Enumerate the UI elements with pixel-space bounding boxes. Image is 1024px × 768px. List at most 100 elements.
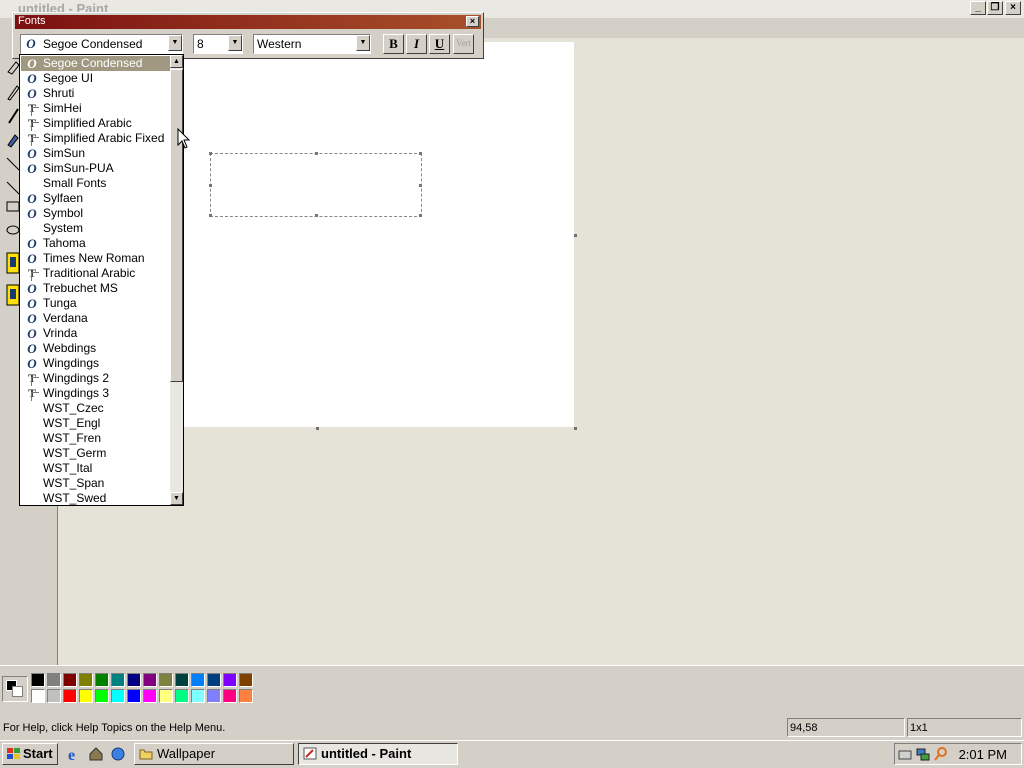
- selection-handle[interactable]: [209, 152, 212, 155]
- selection-handle[interactable]: [209, 184, 212, 187]
- color-swatch[interactable]: [223, 673, 237, 687]
- color-swatch[interactable]: [175, 689, 189, 703]
- text-box-selection[interactable]: [209, 152, 422, 217]
- color-swatch[interactable]: [127, 673, 141, 687]
- show-desktop-icon[interactable]: [88, 746, 104, 762]
- close-button[interactable]: ×: [1005, 1, 1021, 15]
- font-list-item[interactable]: O Segoe Condensed: [21, 56, 171, 71]
- font-list-item[interactable]: System: [21, 221, 171, 236]
- font-list-item[interactable]: O Webdings: [21, 341, 171, 356]
- color-swatch[interactable]: [31, 673, 45, 687]
- color-swatch[interactable]: [47, 689, 61, 703]
- selection-handle[interactable]: [419, 184, 422, 187]
- color-swatch[interactable]: [239, 673, 253, 687]
- taskbar-button-wallpaper[interactable]: Wallpaper: [134, 743, 294, 765]
- fonts-title-bar[interactable]: Fonts ×: [15, 15, 481, 29]
- bold-button[interactable]: B: [383, 34, 404, 54]
- start-button[interactable]: Start: [2, 743, 58, 765]
- brush-tool[interactable]: [6, 105, 20, 125]
- font-list-item[interactable]: O Wingdings: [21, 356, 171, 371]
- color-swatch[interactable]: [111, 673, 125, 687]
- scroll-down-button[interactable]: ▼: [170, 492, 183, 505]
- font-list-item[interactable]: O Sylfaen: [21, 191, 171, 206]
- underline-button[interactable]: U: [429, 34, 450, 54]
- script-combo[interactable]: Western ▼: [253, 34, 371, 54]
- font-list-item[interactable]: O Tunga: [21, 296, 171, 311]
- color-swatch[interactable]: [175, 673, 189, 687]
- font-list-item[interactable]: O Segoe UI: [21, 71, 171, 86]
- color-swatch[interactable]: [63, 689, 77, 703]
- network-icon[interactable]: [915, 746, 931, 762]
- font-list-item[interactable]: T Wingdings 2: [21, 371, 171, 386]
- canvas-resize-handle[interactable]: [316, 427, 319, 430]
- fonts-close-button[interactable]: ×: [466, 16, 479, 27]
- font-list-item[interactable]: O Symbol: [21, 206, 171, 221]
- color-swatch[interactable]: [95, 689, 109, 703]
- chevron-down-icon[interactable]: ▼: [356, 35, 370, 51]
- font-list-item[interactable]: T Simplified Arabic Fixed: [21, 131, 171, 146]
- color-swatch[interactable]: [95, 673, 109, 687]
- color-swatch[interactable]: [31, 689, 45, 703]
- font-list-item[interactable]: O Vrinda: [21, 326, 171, 341]
- text-tool[interactable]: [6, 154, 20, 174]
- transparent-option[interactable]: [6, 284, 20, 306]
- font-list-item[interactable]: WST_Czec: [21, 401, 171, 416]
- font-size-combo[interactable]: 8 ▼: [193, 34, 243, 54]
- scroll-thumb[interactable]: [170, 69, 183, 382]
- color-swatch[interactable]: [159, 689, 173, 703]
- font-list-item[interactable]: O SimSun-PUA: [21, 161, 171, 176]
- font-name-combo[interactable]: O Segoe Condensed ▼: [20, 34, 183, 54]
- font-list-item[interactable]: O Times New Roman: [21, 251, 171, 266]
- font-list-item[interactable]: WST_Span: [21, 476, 171, 491]
- keyboard-icon[interactable]: [897, 746, 913, 762]
- color-swatch[interactable]: [63, 673, 77, 687]
- color-swatch[interactable]: [223, 689, 237, 703]
- font-list-item[interactable]: O Shruti: [21, 86, 171, 101]
- font-list-item[interactable]: O SimSun: [21, 146, 171, 161]
- font-list-item[interactable]: T Wingdings 3: [21, 386, 171, 401]
- chevron-down-icon[interactable]: ▼: [168, 35, 182, 51]
- font-list-item[interactable]: Small Fonts: [21, 176, 171, 191]
- taskbar-button-paint[interactable]: untitled - Paint: [298, 743, 458, 765]
- font-list-item[interactable]: WST_Ital: [21, 461, 171, 476]
- drawing-canvas[interactable]: [184, 42, 574, 427]
- font-dropdown-list[interactable]: O Segoe Condensed O Segoe UI O Shruti T SimHei T…: [19, 54, 184, 506]
- font-list-item[interactable]: T Simplified Arabic: [21, 116, 171, 131]
- font-list-item[interactable]: O Tahoma: [21, 236, 171, 251]
- canvas-resize-handle[interactable]: [574, 427, 577, 430]
- color-swatch[interactable]: [143, 673, 157, 687]
- color-swatch[interactable]: [207, 673, 221, 687]
- color-swatch[interactable]: [191, 689, 205, 703]
- selection-handle[interactable]: [209, 214, 212, 217]
- font-list-item[interactable]: O Verdana: [21, 311, 171, 326]
- font-list-item[interactable]: WST_Swed: [21, 491, 171, 505]
- restore-button[interactable]: ❐: [987, 1, 1003, 15]
- font-list-item[interactable]: T SimHei: [21, 101, 171, 116]
- vertical-text-button[interactable]: Vert: [453, 34, 474, 54]
- color-swatch[interactable]: [127, 689, 141, 703]
- search-icon[interactable]: [933, 746, 949, 762]
- rectangle-tool[interactable]: [6, 196, 20, 216]
- canvas-resize-handle[interactable]: [574, 234, 577, 237]
- chevron-down-icon[interactable]: ▼: [228, 35, 242, 51]
- color-swatch[interactable]: [239, 689, 253, 703]
- color-swatch[interactable]: [191, 673, 205, 687]
- eraser-tool[interactable]: [6, 56, 20, 76]
- scroll-up-button[interactable]: ▲: [170, 55, 183, 68]
- ellipse-tool[interactable]: [6, 220, 20, 240]
- selection-handle[interactable]: [419, 214, 422, 217]
- font-list-item[interactable]: WST_Germ: [21, 446, 171, 461]
- italic-button[interactable]: I: [406, 34, 427, 54]
- color-swatch[interactable]: [143, 689, 157, 703]
- clock[interactable]: 2:01 PM: [959, 747, 1007, 762]
- color-swatch[interactable]: [79, 689, 93, 703]
- font-list-item[interactable]: O Trebuchet MS: [21, 281, 171, 296]
- color-swatch[interactable]: [47, 673, 61, 687]
- outlook-express-icon[interactable]: [110, 746, 126, 762]
- font-list-item[interactable]: WST_Fren: [21, 431, 171, 446]
- color-swatch[interactable]: [207, 689, 221, 703]
- opaque-option[interactable]: [6, 252, 20, 274]
- selection-handle[interactable]: [315, 152, 318, 155]
- pencil-tool[interactable]: [6, 81, 20, 101]
- minimize-button[interactable]: _: [970, 1, 986, 15]
